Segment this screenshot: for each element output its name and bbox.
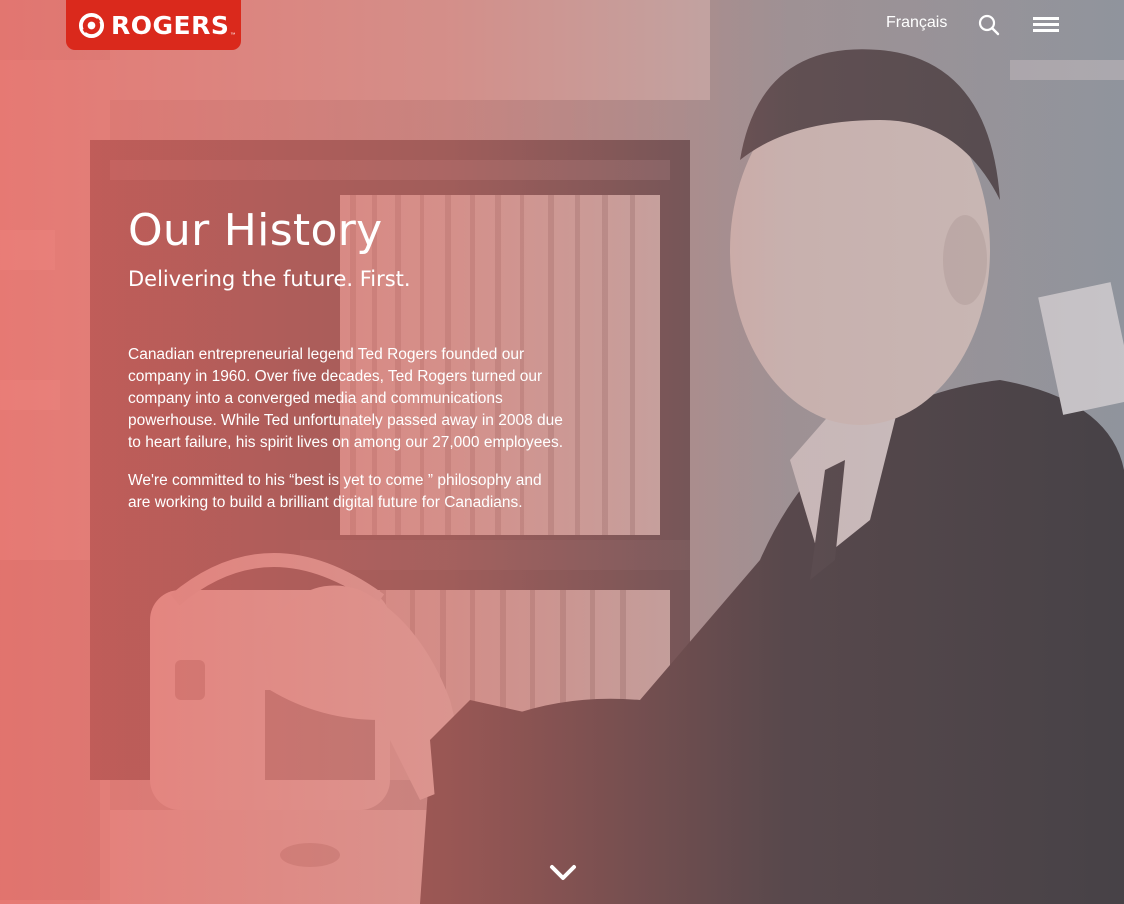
language-toggle-link[interactable]: Français [886, 14, 947, 32]
philosophy-paragraph: We're committed to his “best is yet to c… [128, 472, 542, 511]
scroll-down-button[interactable] [548, 860, 578, 886]
search-button[interactable] [977, 13, 1001, 37]
history-paragraph: Canadian entrepreneurial legend Ted Roge… [128, 346, 564, 451]
rogers-logo-icon [78, 12, 105, 38]
search-icon [978, 14, 1000, 36]
logo-trademark: ™ [230, 32, 236, 38]
menu-button[interactable] [1031, 14, 1061, 36]
chevron-down-icon [550, 865, 576, 880]
page-title: Our History [128, 205, 383, 256]
page-subtitle: Delivering the future. First. [128, 267, 411, 291]
hero-content: Our History Delivering the future. First… [128, 200, 568, 514]
rogers-logo[interactable]: ROGERS ™ [66, 0, 241, 50]
logo-wordmark: ROGERS [111, 10, 230, 40]
